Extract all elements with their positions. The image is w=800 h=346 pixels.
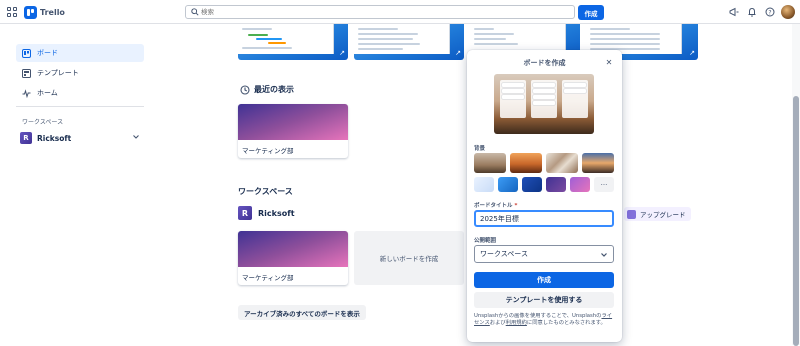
background-color-option[interactable]	[522, 177, 542, 192]
workspace-avatar: R	[20, 132, 32, 144]
board-background	[238, 104, 348, 140]
background-color-option[interactable]	[546, 177, 566, 192]
background-photo-option[interactable]	[582, 153, 614, 173]
sidebar-item-boards[interactable]: ボード	[16, 44, 144, 62]
workspaces-section-title: ワークスペース	[238, 187, 293, 196]
legal-text-part: に同意したものとみなされます。	[526, 320, 606, 327]
top-navigation-bar: Trello 作成 ?	[0, 0, 800, 24]
open-arrow-icon: ↗	[689, 49, 695, 57]
use-template-button[interactable]: テンプレートを使用する	[474, 292, 614, 308]
create-new-board-tile[interactable]: 新しいボードを作成	[354, 231, 464, 285]
workspace-name: Ricksoft	[37, 133, 72, 143]
background-photo-option[interactable]	[474, 153, 506, 173]
search-input[interactable]	[201, 6, 561, 18]
open-arrow-icon: ↗	[455, 49, 461, 57]
sidebar-item-label: ホーム	[37, 89, 58, 97]
chevron-down-icon	[601, 253, 607, 257]
create-button[interactable]: 作成	[578, 5, 604, 20]
create-board-popover: ボードを作成 ✕ 背景 ··· ボードタイトル * 公開範囲 ワークスペース 作…	[467, 50, 622, 342]
upgrade-icon	[627, 209, 636, 219]
sidebar-item-home[interactable]: ホーム	[16, 84, 144, 102]
app-name: Trello	[40, 7, 65, 17]
recent-section-title: 最近の表示	[240, 84, 294, 95]
upgrade-button[interactable]: アップグレード	[624, 207, 691, 221]
board-title-label: ボードタイトル *	[474, 201, 517, 209]
sidebar-item-label: ボード	[37, 49, 58, 57]
legal-text-part: および	[489, 320, 506, 327]
recent-board-card[interactable]: マーケティング部	[238, 104, 348, 158]
workspace-avatar: R	[238, 206, 252, 220]
sidebar-workspace-ricksoft[interactable]: R Ricksoft	[20, 130, 144, 146]
sidebar-divider	[16, 106, 144, 107]
background-label: 背景	[474, 146, 486, 152]
background-color-option[interactable]	[474, 177, 494, 192]
workspace-name: Ricksoft	[258, 208, 295, 218]
more-backgrounds-button[interactable]: ···	[594, 177, 614, 192]
clock-icon	[240, 84, 250, 95]
background-photo-option[interactable]	[546, 153, 578, 173]
sidebar-item-label: テンプレート	[37, 69, 79, 77]
left-sidebar: ボード テンプレート ホーム ワークスペース R Ricksoft	[0, 24, 160, 345]
page-scrollbar[interactable]	[792, 24, 800, 346]
unsplash-legal-text: Unsplashからの画像を使用することで、Unsplashのライセンスおよび利…	[474, 313, 616, 327]
create-board-button[interactable]: 作成	[474, 272, 614, 288]
open-arrow-icon: ↗	[339, 49, 345, 57]
workspace-board-card[interactable]: マーケティング部	[238, 231, 348, 285]
view-archived-boards-button[interactable]: アーカイブ済みのすべてのボードを表示	[238, 305, 366, 320]
close-icon[interactable]: ✕	[604, 57, 614, 67]
visibility-select[interactable]: ワークスペース	[474, 245, 614, 263]
megaphone-icon[interactable]	[728, 6, 740, 18]
legal-text-part: Unsplashからの画像を使用することで、Unsplashの	[474, 313, 602, 319]
board-title-input[interactable]	[474, 210, 614, 227]
background-color-option[interactable]	[570, 177, 590, 192]
scrollbar-thumb[interactable]	[793, 96, 799, 346]
popover-title: ボードを作成	[523, 59, 566, 67]
board-preview-image	[494, 74, 594, 134]
user-avatar[interactable]	[781, 5, 795, 19]
app-switcher-icon[interactable]	[6, 6, 18, 18]
background-photo-option[interactable]	[510, 153, 542, 173]
search-box[interactable]	[185, 5, 575, 19]
board-name: マーケティング部	[242, 274, 294, 282]
help-icon[interactable]: ?	[764, 6, 776, 18]
board-background	[238, 231, 348, 267]
background-color-option[interactable]	[498, 177, 518, 192]
board-name: マーケティング部	[242, 147, 294, 155]
search-icon	[191, 8, 199, 16]
activity-icon	[22, 88, 31, 98]
trello-logo[interactable]: Trello	[24, 5, 65, 19]
sidebar-item-templates[interactable]: テンプレート	[16, 64, 144, 82]
workspaces-heading: ワークスペース	[22, 119, 64, 126]
visibility-value: ワークスペース	[480, 250, 528, 258]
board-icon	[22, 48, 31, 58]
board-title-label-text: ボードタイトル	[474, 203, 513, 209]
visibility-label: 公開範囲	[474, 238, 497, 244]
bell-icon[interactable]	[746, 6, 758, 18]
svg-text:?: ?	[768, 9, 771, 16]
template-thumbnail[interactable]: ↗	[238, 24, 348, 60]
trello-logo-icon	[24, 5, 37, 19]
terms-link[interactable]: 利用規約	[506, 320, 527, 326]
template-thumbnail[interactable]: ↗	[354, 24, 464, 60]
template-icon	[22, 68, 31, 78]
chevron-down-icon[interactable]	[132, 133, 140, 141]
recent-title-text: 最近の表示	[254, 85, 294, 94]
required-mark: *	[514, 203, 518, 209]
upgrade-label: アップグレード	[640, 211, 686, 219]
workspace-header: R Ricksoft	[238, 206, 295, 220]
